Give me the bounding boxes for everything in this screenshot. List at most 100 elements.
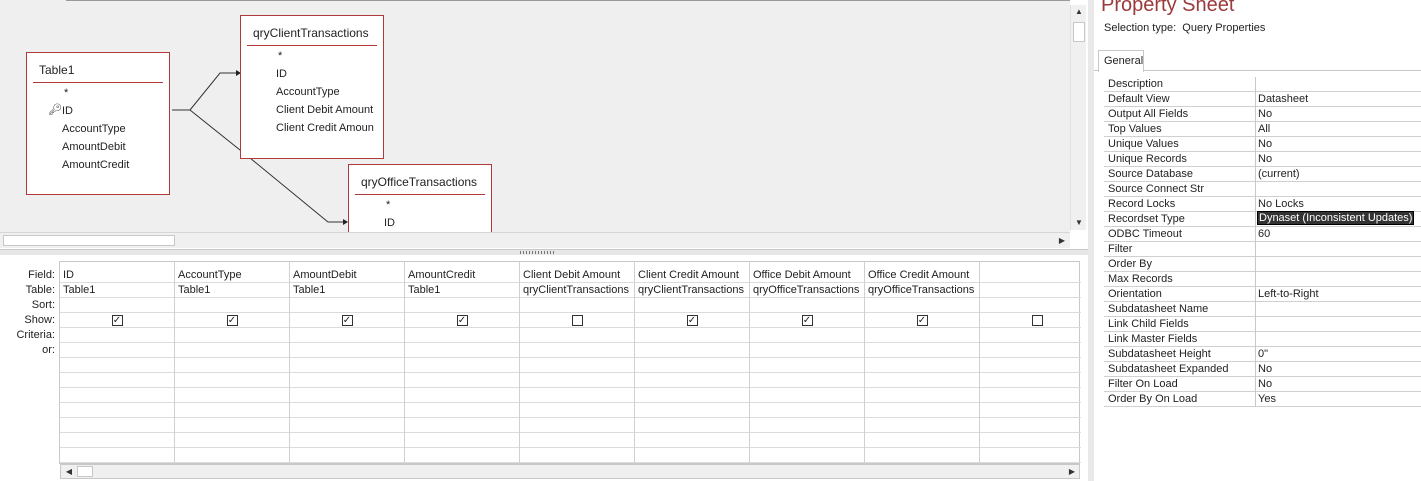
show-checkbox-checked[interactable]: ✓ — [801, 315, 813, 326]
table-field[interactable]: * — [64, 87, 68, 99]
show-checkbox-checked[interactable]: ✓ — [916, 315, 928, 326]
grid-field-cell[interactable]: Client Credit Amount — [638, 269, 748, 281]
table-field[interactable]: * — [386, 199, 390, 211]
property-value[interactable]: Dynaset (Inconsistent Updates) — [1256, 211, 1415, 225]
property-value[interactable]: 0" — [1258, 348, 1268, 360]
table-field[interactable]: ID — [276, 68, 287, 80]
property-row[interactable]: Orientation Left-to-Right — [1104, 287, 1421, 302]
property-row[interactable]: Subdatasheet Expanded No — [1104, 362, 1421, 377]
property-value[interactable]: No — [1258, 378, 1272, 390]
property-value[interactable]: Yes — [1258, 393, 1276, 405]
grid-column[interactable]: AmountCredit Table1 ✓ — [405, 262, 520, 465]
property-value[interactable]: No Locks — [1258, 198, 1304, 210]
design-horizontal-scrollbar[interactable]: ▶ — [0, 232, 1070, 248]
show-checkbox-unchecked[interactable] — [571, 315, 583, 326]
pane-splitter[interactable] — [0, 249, 1088, 255]
table-field[interactable]: ID — [62, 105, 73, 117]
grid-column[interactable]: Office Debit Amount qryOfficeTransactions… — [750, 262, 865, 465]
scroll-right-icon[interactable]: ▶ — [1064, 465, 1080, 479]
table-field[interactable]: Client Debit Amount — [276, 104, 373, 116]
grid-column[interactable]: AccountType Table1 ✓ — [175, 262, 290, 465]
table-field[interactable]: AccountType — [276, 86, 340, 98]
property-row[interactable]: Default View Datasheet — [1104, 92, 1421, 107]
table-field[interactable]: AmountCredit — [62, 159, 129, 171]
property-row[interactable]: Link Child Fields — [1104, 317, 1421, 332]
grid-table-cell[interactable]: qryClientTransactions — [638, 284, 748, 296]
property-row[interactable]: Max Records — [1104, 272, 1421, 287]
property-row[interactable]: Description — [1104, 77, 1421, 92]
tab-general[interactable]: General — [1098, 50, 1144, 72]
grid-table-cell[interactable]: Table1 — [63, 284, 173, 296]
table-box-qryofficetransactions[interactable]: qryOfficeTransactions * ID — [348, 164, 492, 233]
grid-column[interactable]: ID Table1 ✓ — [60, 262, 175, 465]
design-vertical-scrollbar[interactable]: ▲ ▼ — [1070, 5, 1086, 230]
scroll-down-icon[interactable]: ▼ — [1071, 216, 1087, 230]
grid-field-cell[interactable]: Office Debit Amount — [753, 269, 863, 281]
grid-field-cell[interactable]: Client Debit Amount — [523, 269, 633, 281]
property-row[interactable]: Filter On Load No — [1104, 377, 1421, 392]
property-value[interactable]: Datasheet — [1258, 93, 1308, 105]
table-field[interactable]: Client Credit Amoun — [276, 122, 374, 134]
grid-column[interactable] — [980, 262, 1095, 465]
property-row[interactable]: Unique Values No — [1104, 137, 1421, 152]
grid-column[interactable]: Client Credit Amount qryClientTransaction… — [635, 262, 750, 465]
property-row[interactable]: Recordset Type Dynaset (Inconsistent Upda… — [1104, 211, 1421, 227]
grid-column[interactable]: Client Debit Amount qryClientTransactions — [520, 262, 635, 465]
show-checkbox-checked[interactable]: ✓ — [686, 315, 698, 326]
table-field[interactable]: AccountType — [62, 123, 126, 135]
property-row[interactable]: Subdatasheet Height 0" — [1104, 347, 1421, 362]
property-value[interactable]: No — [1258, 108, 1272, 120]
property-value[interactable]: Left-to-Right — [1258, 288, 1319, 300]
scroll-thumb[interactable] — [1073, 22, 1085, 42]
scroll-thumb[interactable] — [3, 235, 175, 246]
property-row[interactable]: Source Connect Str — [1104, 182, 1421, 197]
property-row[interactable]: ODBC Timeout 60 — [1104, 227, 1421, 242]
grid-column[interactable]: AmountDebit Table1 ✓ — [290, 262, 405, 465]
property-row[interactable]: Link Master Fields — [1104, 332, 1421, 347]
table-field[interactable]: * — [278, 50, 282, 62]
property-row[interactable]: Unique Records No — [1104, 152, 1421, 167]
grid-field-cell[interactable]: AmountCredit — [408, 269, 518, 281]
join-line-client[interactable] — [189, 72, 236, 111]
property-row[interactable]: Order By On Load Yes — [1104, 392, 1421, 407]
query-design-surface[interactable]: Table1 * 🔑︎ ID AccountType AmountDebit A… — [0, 0, 1070, 233]
grid-column[interactable]: Office Credit Amount qryOfficeTransaction… — [865, 262, 980, 465]
property-value[interactable]: (current) — [1258, 168, 1300, 180]
grid-field-cell[interactable]: Office Credit Amount — [868, 269, 978, 281]
property-value[interactable]: No — [1258, 153, 1272, 165]
show-checkbox-checked[interactable]: ✓ — [226, 315, 238, 326]
grid-table-cell[interactable]: Table1 — [293, 284, 403, 296]
grid-table-cell[interactable]: Table1 — [178, 284, 288, 296]
property-row[interactable]: Order By — [1104, 257, 1421, 272]
query-design-grid[interactable]: ID Table1 ✓ AccountType Table1 ✓ AmountDebit Ta… — [59, 261, 1095, 465]
show-checkbox-checked[interactable]: ✓ — [341, 315, 353, 326]
scroll-thumb[interactable] — [77, 466, 93, 477]
grid-field-cell[interactable]: AccountType — [178, 269, 288, 281]
property-value[interactable]: No — [1258, 363, 1272, 375]
property-row[interactable]: Source Database (current) — [1104, 167, 1421, 182]
property-row[interactable]: Subdatasheet Name — [1104, 302, 1421, 317]
table-box-qryclienttransactions[interactable]: qryClientTransactions * ID AccountType C… — [240, 15, 384, 159]
scroll-left-icon[interactable]: ◀ — [61, 465, 77, 479]
table-field[interactable]: AmountDebit — [62, 141, 126, 153]
show-checkbox-checked[interactable]: ✓ — [456, 315, 468, 326]
property-value[interactable]: 60 — [1258, 228, 1270, 240]
property-row[interactable]: Record Locks No Locks — [1104, 197, 1421, 212]
splitter-grip-icon[interactable] — [520, 251, 554, 254]
scroll-right-icon[interactable]: ▶ — [1054, 234, 1070, 248]
table-field[interactable]: ID — [384, 217, 395, 229]
grid-table-cell[interactable]: qryOfficeTransactions — [868, 284, 978, 296]
show-checkbox-unchecked[interactable] — [1031, 315, 1043, 326]
grid-field-cell[interactable]: ID — [63, 269, 173, 281]
grid-table-cell[interactable]: qryOfficeTransactions — [753, 284, 863, 296]
property-row[interactable]: Top Values All — [1104, 122, 1421, 137]
grid-table-cell[interactable]: qryClientTransactions — [523, 284, 633, 296]
property-value[interactable]: No — [1258, 138, 1272, 150]
property-row[interactable]: Filter — [1104, 242, 1421, 257]
grid-table-cell[interactable]: Table1 — [408, 284, 518, 296]
scroll-up-icon[interactable]: ▲ — [1071, 5, 1087, 19]
table-box-table1[interactable]: Table1 * 🔑︎ ID AccountType AmountDebit A… — [26, 52, 170, 195]
property-row[interactable]: Output All Fields No — [1104, 107, 1421, 122]
grid-field-cell[interactable]: AmountDebit — [293, 269, 403, 281]
show-checkbox-checked[interactable]: ✓ — [111, 315, 123, 326]
